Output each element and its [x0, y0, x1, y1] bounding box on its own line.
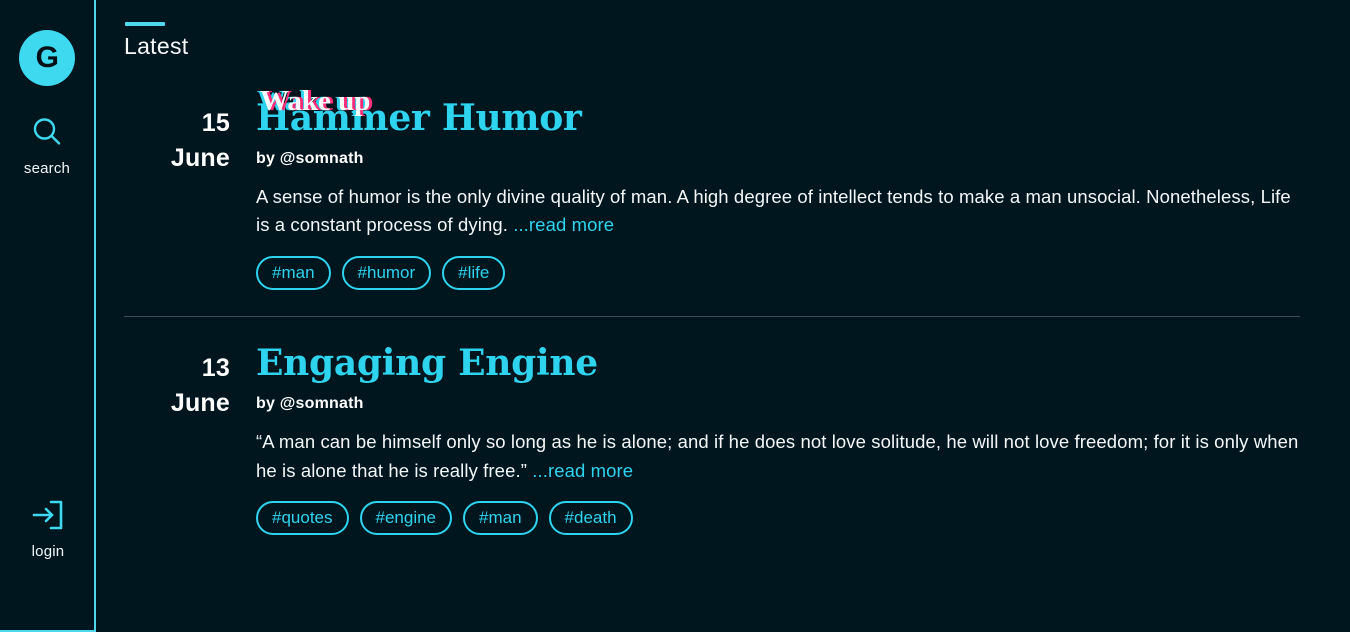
search-icon [29, 112, 65, 152]
tag-chip[interactable]: #life [442, 256, 506, 291]
section-header: Latest [124, 22, 1350, 60]
section-accent-rule [125, 22, 165, 26]
post-body: Hammer Humor Wake up by @somnath A sense… [248, 86, 1350, 291]
sidebar: G search login [0, 0, 96, 632]
sidebar-item-login-label: login [31, 543, 65, 560]
sidebar-item-search-label: search [23, 160, 71, 177]
post-date-day: 13 [201, 354, 230, 383]
sidebar-item-login[interactable]: login [0, 495, 96, 560]
tag-chip[interactable]: #engine [359, 501, 453, 536]
tag-chip[interactable]: #man [256, 256, 331, 291]
read-more-link[interactable]: ...read more [513, 214, 614, 235]
tag-chip[interactable]: #man [463, 501, 538, 536]
tag-list: #quotes #engine #man #death [256, 501, 1300, 536]
main-content: Latest 15 June Hammer Humor Wake up by @… [96, 0, 1350, 632]
logo-button[interactable]: G [19, 30, 75, 86]
login-icon [29, 495, 67, 535]
post-title-link[interactable]: Hammer Humor Wake up [256, 86, 582, 139]
tag-chip[interactable]: #humor [341, 256, 432, 291]
tag-chip[interactable]: #quotes [256, 501, 349, 536]
post-excerpt: A sense of humor is the only divine qual… [256, 183, 1301, 240]
page-title: Latest [124, 33, 189, 59]
post-excerpt-text: “A man can be himself only so long as he… [256, 430, 1299, 481]
post-item: 15 June Hammer Humor Wake up by @somnath… [124, 86, 1350, 308]
post-excerpt-text: A sense of humor is the only divine qual… [256, 185, 1291, 236]
post-title-text: Engaging Engine [256, 342, 598, 385]
post-date: 15 June [124, 100, 248, 175]
tag-chip[interactable]: #death [548, 501, 633, 536]
read-more-link[interactable]: ...read more [532, 460, 633, 481]
post-body: Engaging Engine by @somnath “A man can b… [248, 342, 1300, 536]
post-list: 15 June Hammer Humor Wake up by @somnath… [124, 86, 1350, 553]
post-date-month: June [170, 143, 230, 172]
page-root: G search login Latest 15 June Hammer Hum… [0, 0, 1350, 632]
post-title-link[interactable]: Engaging Engine [256, 342, 598, 385]
post-date-month: June [170, 388, 230, 417]
post-author: by @somnath [256, 149, 364, 167]
post-date: 13 June [124, 345, 248, 420]
post-excerpt: “A man can be himself only so long as he… [256, 428, 1300, 485]
post-author: by @somnath [256, 394, 364, 412]
sidebar-item-search[interactable]: search [0, 112, 95, 177]
tag-list: #man #humor #life [256, 256, 1350, 291]
post-item: 13 June Engaging Engine by @somnath “A m… [124, 316, 1300, 553]
post-title-text: Hammer Humor [256, 97, 582, 139]
logo-letter: G [35, 41, 59, 74]
post-date-day: 15 [201, 109, 230, 137]
